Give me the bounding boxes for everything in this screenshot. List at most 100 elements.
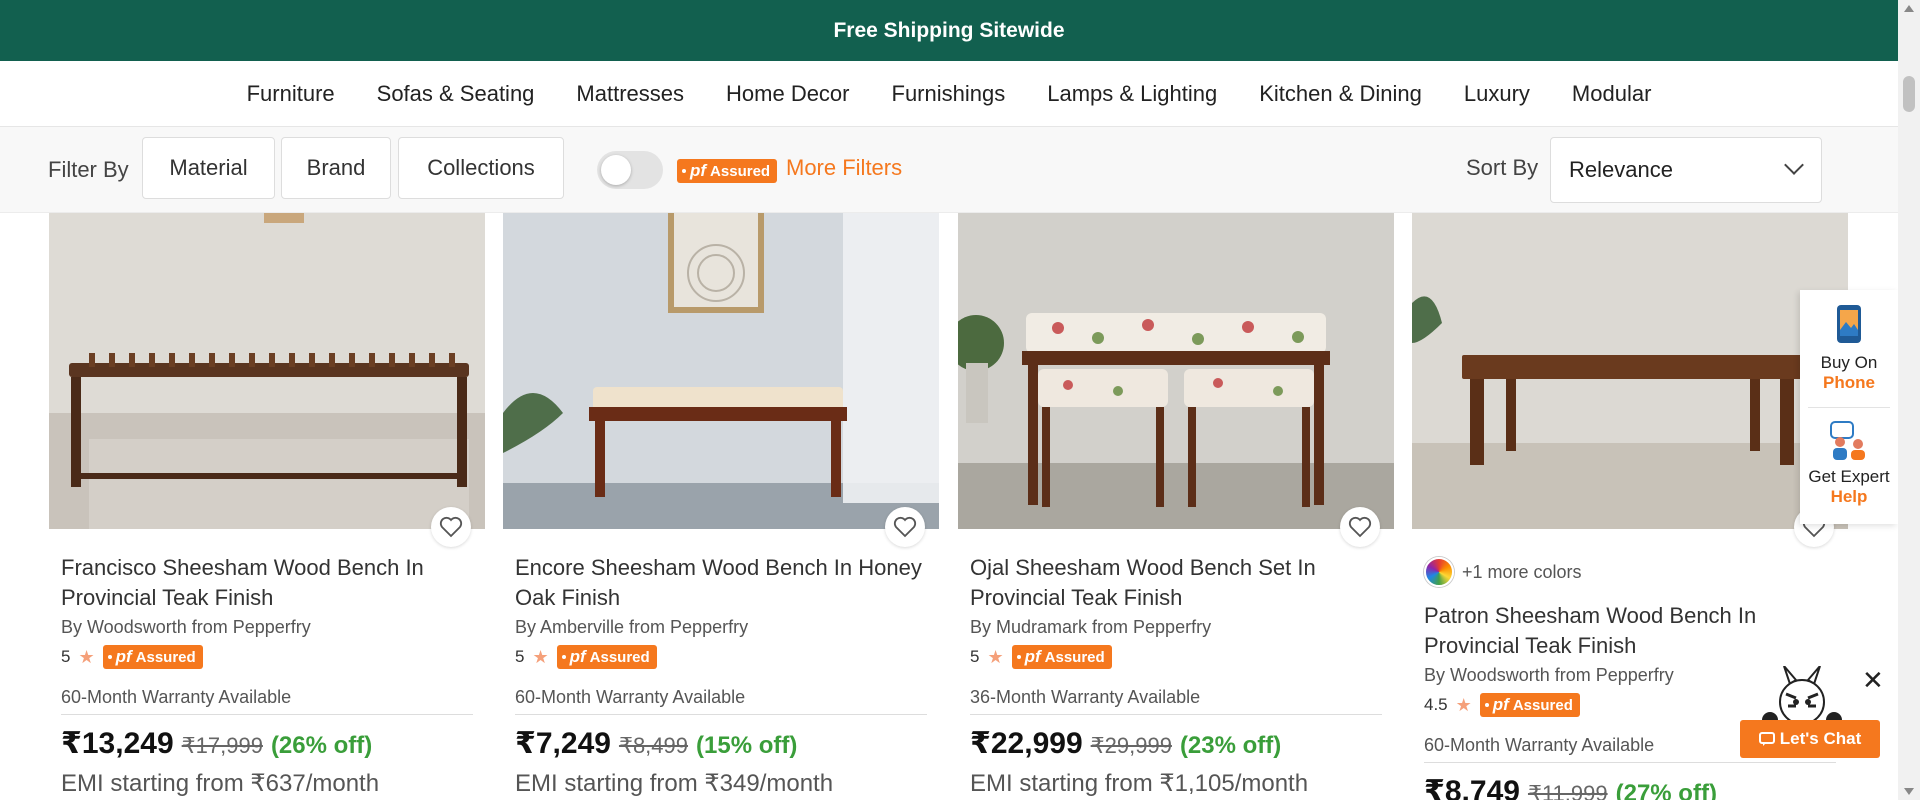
sale-price: ₹13,249: [61, 727, 174, 760]
product-rating: 4.5 ★ pf Assured: [1424, 693, 1580, 717]
close-icon[interactable]: ✕: [1862, 665, 1884, 696]
star-icon: ★: [987, 646, 1004, 667]
more-colors-label: +1 more colors: [1462, 561, 1582, 582]
mrp-price: ₹17,999: [181, 733, 263, 758]
nav-item-furnishings[interactable]: Furnishings: [892, 81, 1006, 107]
product-image[interactable]: [958, 213, 1394, 529]
warranty-info: 36-Month Warranty Available: [970, 687, 1382, 715]
product-title[interactable]: Francisco Sheesham Wood Bench In Provinc…: [61, 553, 481, 613]
phone-icon: [1837, 305, 1861, 343]
get-expert-help-button[interactable]: Get Expert Help: [1800, 420, 1898, 507]
mrp-price: ₹11,999: [1527, 781, 1608, 800]
price-row: ₹13,249 ₹17,999 (26% off): [61, 726, 372, 761]
help-label: Help: [1830, 487, 1868, 506]
category-nav: Furniture Sofas & Seating Mattresses Hom…: [0, 61, 1898, 127]
rating-value: 5: [515, 647, 525, 666]
pf-assured-badge: pf Assured: [1479, 693, 1580, 717]
discount-percent: (27% off): [1615, 780, 1717, 800]
nav-item-sofas-seating[interactable]: Sofas & Seating: [377, 81, 535, 107]
rating-value: 5: [61, 647, 71, 666]
color-options[interactable]: +1 more colors: [1424, 557, 1582, 587]
product-image[interactable]: [503, 213, 939, 529]
price-row: ₹7,249 ₹8,499 (15% off): [515, 726, 797, 761]
pf-assured-toggle[interactable]: [597, 151, 663, 189]
product-title[interactable]: Encore Sheesham Wood Bench In Honey Oak …: [515, 553, 935, 613]
color-wheel-icon: [1424, 557, 1454, 587]
get-expert-label: Get Expert: [1808, 467, 1890, 486]
product-card[interactable]: Ojal Sheesham Wood Bench Set In Provinci…: [958, 213, 1394, 800]
price-row: ₹8,749 ₹11,999 (27% off): [1424, 774, 1717, 800]
sale-price: ₹8,749: [1424, 775, 1520, 800]
nav-item-lamps-lighting[interactable]: Lamps & Lighting: [1047, 81, 1217, 107]
discount-percent: (23% off): [1179, 732, 1282, 759]
toggle-knob: [601, 155, 631, 185]
phone-label: Phone: [1823, 373, 1875, 392]
sort-by-label: Sort By: [1466, 155, 1539, 180]
product-image[interactable]: [1412, 213, 1848, 529]
buy-on-phone-button[interactable]: Buy On Phone: [1800, 304, 1898, 393]
sale-price: ₹22,999: [970, 727, 1083, 760]
mrp-price: ₹8,499: [618, 733, 689, 758]
filter-collections-button[interactable]: Collections: [398, 137, 564, 199]
product-title[interactable]: Ojal Sheesham Wood Bench Set In Provinci…: [970, 553, 1390, 613]
pf-assured-badge: pf Assured: [556, 645, 657, 669]
emi-info: EMI starting from ₹637/month: [61, 770, 380, 797]
nav-item-modular[interactable]: Modular: [1572, 81, 1651, 107]
product-card[interactable]: Encore Sheesham Wood Bench In Honey Oak …: [503, 213, 939, 800]
product-rating: 5 ★ pf Assured: [61, 645, 203, 669]
chevron-down-icon: [1784, 155, 1804, 175]
product-rating: 5 ★ pf Assured: [515, 645, 657, 669]
rating-value: 5: [970, 647, 980, 666]
nav-item-furniture[interactable]: Furniture: [247, 81, 335, 107]
promo-text: Free Shipping Sitewide: [833, 18, 1065, 42]
wishlist-heart-icon[interactable]: [885, 507, 925, 547]
filter-bar: Filter By Material Brand Collections pf A…: [0, 127, 1898, 213]
warranty-info: 60-Month Warranty Available: [515, 687, 927, 715]
chat-label: Let's Chat: [1779, 729, 1862, 748]
filter-material-button[interactable]: Material: [142, 137, 275, 199]
expert-chat-icon: [1830, 421, 1865, 460]
zebra-mascot-icon: [1762, 666, 1842, 728]
pf-assured-badge: pf Assured: [1011, 645, 1112, 669]
sale-price: ₹7,249: [515, 727, 611, 760]
filter-by-label: Filter By: [48, 157, 129, 182]
more-filters-link[interactable]: More Filters: [786, 155, 902, 181]
wishlist-heart-icon[interactable]: [1340, 507, 1380, 547]
emi-info: EMI starting from ₹1,105/month: [970, 770, 1309, 797]
scroll-thumb[interactable]: [1903, 76, 1915, 112]
sort-value: Relevance: [1569, 157, 1673, 182]
warranty-info: 60-Month Warranty Available: [61, 687, 473, 715]
chat-bubble-icon: [1758, 732, 1775, 746]
scroll-down-icon[interactable]: [1904, 788, 1914, 795]
nav-item-mattresses[interactable]: Mattresses: [576, 81, 684, 107]
discount-percent: (26% off): [270, 732, 373, 759]
lets-chat-button[interactable]: Let's Chat: [1740, 720, 1880, 758]
nav-item-kitchen-dining[interactable]: Kitchen & Dining: [1259, 81, 1422, 107]
discount-percent: (15% off): [696, 732, 798, 759]
sort-select[interactable]: Relevance: [1550, 137, 1822, 203]
product-brand[interactable]: By Woodsworth from Pepperfry: [61, 617, 311, 638]
product-brand[interactable]: By Woodsworth from Pepperfry: [1424, 665, 1674, 686]
star-icon: ★: [532, 646, 549, 667]
rating-value: 4.5: [1424, 695, 1448, 714]
star-icon: ★: [78, 646, 95, 667]
wishlist-heart-icon[interactable]: [431, 507, 471, 547]
product-image[interactable]: [49, 213, 485, 529]
scroll-up-icon[interactable]: [1904, 5, 1914, 12]
star-icon: ★: [1455, 694, 1472, 715]
product-title[interactable]: Patron Sheesham Wood Bench In Provincial…: [1424, 601, 1844, 661]
page-scrollbar[interactable]: [1898, 0, 1920, 800]
nav-item-luxury[interactable]: Luxury: [1464, 81, 1530, 107]
promo-banner: Free Shipping Sitewide: [0, 0, 1898, 61]
side-widget: Buy On Phone Get Expert Help: [1800, 290, 1898, 524]
nav-item-home-decor[interactable]: Home Decor: [726, 81, 849, 107]
emi-info: EMI starting from ₹349/month: [515, 770, 834, 797]
mrp-price: ₹29,999: [1090, 733, 1172, 758]
product-card[interactable]: Francisco Sheesham Wood Bench In Provinc…: [49, 213, 485, 800]
product-brand[interactable]: By Mudramark from Pepperfry: [970, 617, 1211, 638]
filter-brand-button[interactable]: Brand: [281, 137, 391, 199]
price-row: ₹22,999 ₹29,999 (23% off): [970, 726, 1281, 761]
pf-assured-badge: pf Assured: [677, 159, 778, 183]
product-rating: 5 ★ pf Assured: [970, 645, 1112, 669]
product-brand[interactable]: By Amberville from Pepperfry: [515, 617, 748, 638]
